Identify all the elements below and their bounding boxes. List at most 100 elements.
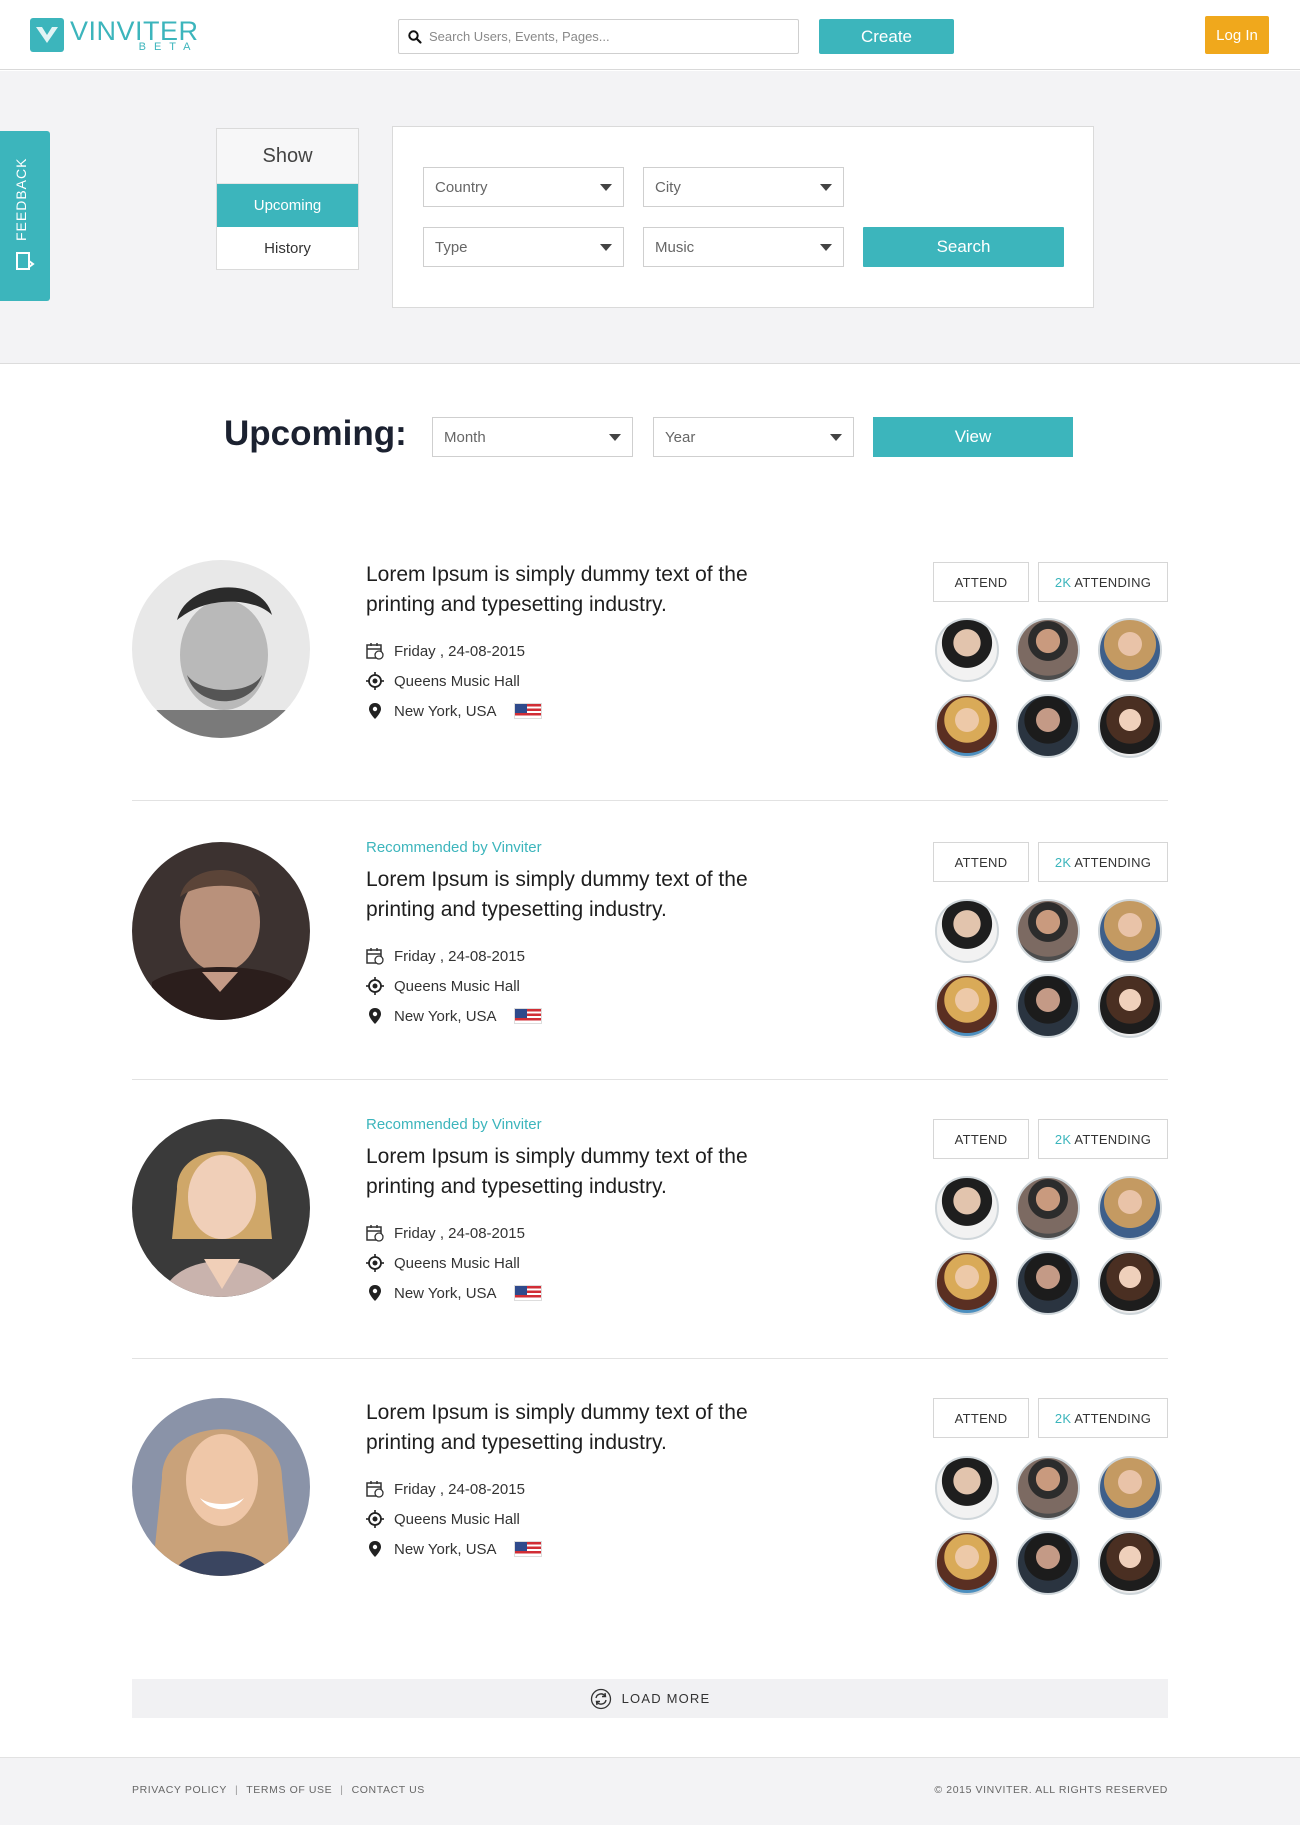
attendee-avatar[interactable] xyxy=(1098,694,1162,758)
event-image[interactable] xyxy=(132,842,310,1020)
event-venue[interactable]: Queens Music Hall xyxy=(394,673,520,690)
attend-button[interactable]: ATTEND xyxy=(933,1119,1029,1159)
attend-button[interactable]: ATTEND xyxy=(933,842,1029,882)
attendee-avatar[interactable] xyxy=(1098,1251,1162,1315)
event-location: New York, USA xyxy=(394,1007,497,1025)
event-date: Friday , 24-08-2015 xyxy=(394,1480,525,1498)
show-item-history[interactable]: History xyxy=(217,227,358,270)
event-meta: Friday , 24-08-2015 Queens Music Hall Ne… xyxy=(366,636,796,726)
attendee-avatar[interactable] xyxy=(935,1176,999,1240)
event-date: Friday , 24-08-2015 xyxy=(394,642,525,660)
create-button[interactable]: Create xyxy=(819,19,954,54)
attendee-avatar[interactable] xyxy=(1016,1531,1080,1595)
event-meta: Friday , 24-08-2015 Queens Music Hall Ne… xyxy=(366,1474,796,1564)
music-select[interactable]: Music xyxy=(643,227,844,267)
event-image[interactable] xyxy=(132,1119,310,1297)
attendee-avatar[interactable] xyxy=(1098,1176,1162,1240)
view-button[interactable]: View xyxy=(873,417,1073,457)
event-date-row: Friday , 24-08-2015 xyxy=(366,636,796,666)
event-card: Recommended by Vinviter Lorem Ipsum is s… xyxy=(132,839,1168,1062)
year-select-value: Year xyxy=(665,428,696,446)
event-location: New York, USA xyxy=(394,1540,497,1558)
us-flag-icon xyxy=(513,1541,542,1557)
logo-mark-icon xyxy=(30,18,64,52)
event-date: Friday , 24-08-2015 xyxy=(394,1224,525,1242)
month-select-value: Month xyxy=(444,428,486,446)
event-date-row: Friday , 24-08-2015 xyxy=(366,1474,796,1504)
map-pin-icon xyxy=(369,1008,381,1024)
footer-separator: | xyxy=(234,1784,239,1796)
attending-label: ATTENDING xyxy=(1074,574,1152,590)
attend-button[interactable]: ATTEND xyxy=(933,1398,1029,1438)
attendee-avatar[interactable] xyxy=(1098,618,1162,682)
attendee-avatar[interactable] xyxy=(935,974,999,1038)
feedback-tab[interactable]: FEEDBACK xyxy=(0,131,50,301)
page: VINVITER BETA Create Log In FEEDBACK Sho… xyxy=(0,0,1300,1825)
attendee-avatar[interactable] xyxy=(935,1456,999,1520)
calendar-icon xyxy=(366,1481,384,1498)
event-title[interactable]: Lorem Ipsum is simply dummy text of the … xyxy=(366,1142,796,1202)
attendee-avatar[interactable] xyxy=(1016,694,1080,758)
search-input[interactable] xyxy=(429,20,789,53)
attend-button[interactable]: ATTEND xyxy=(933,562,1029,602)
refresh-icon xyxy=(590,1688,611,1709)
attendee-avatar[interactable] xyxy=(1016,618,1080,682)
attendee-avatar[interactable] xyxy=(1016,899,1080,963)
event-title[interactable]: Lorem Ipsum is simply dummy text of the … xyxy=(366,1398,796,1458)
attendee-avatar[interactable] xyxy=(1098,1531,1162,1595)
caret-down-icon xyxy=(820,244,832,251)
event-divider xyxy=(132,1079,1168,1080)
event-image[interactable] xyxy=(132,560,310,738)
show-item-upcoming[interactable]: Upcoming xyxy=(217,184,358,227)
attendee-avatar[interactable] xyxy=(935,899,999,963)
type-select-value: Type xyxy=(435,238,468,256)
attending-count: 2K xyxy=(1054,574,1072,590)
event-title[interactable]: Lorem Ipsum is simply dummy text of the … xyxy=(366,560,796,620)
footer-link-contact[interactable]: CONTACT US xyxy=(352,1784,425,1796)
attending-label: ATTENDING xyxy=(1074,1131,1152,1147)
attendee-avatar[interactable] xyxy=(935,694,999,758)
attending-count: 2K xyxy=(1054,854,1072,870)
calendar-icon xyxy=(366,1225,384,1242)
attendee-avatar[interactable] xyxy=(1016,1176,1080,1240)
vinviter-logo[interactable]: VINVITER BETA xyxy=(30,17,199,52)
country-select[interactable]: Country xyxy=(423,167,624,207)
event-location-row: New York, USA xyxy=(366,1534,796,1564)
event-date: Friday , 24-08-2015 xyxy=(394,947,525,965)
year-select[interactable]: Year xyxy=(653,417,854,457)
map-pin-icon xyxy=(369,1541,381,1557)
event-venue-row: Queens Music Hall xyxy=(366,1504,796,1534)
footer-link-terms[interactable]: TERMS OF USE xyxy=(246,1784,332,1796)
attendee-avatar[interactable] xyxy=(1098,899,1162,963)
event-title[interactable]: Lorem Ipsum is simply dummy text of the … xyxy=(366,865,796,925)
city-select[interactable]: City xyxy=(643,167,844,207)
event-image[interactable] xyxy=(132,1398,310,1576)
month-select[interactable]: Month xyxy=(432,417,633,457)
event-venue[interactable]: Queens Music Hall xyxy=(394,1255,520,1272)
type-select[interactable]: Type xyxy=(423,227,624,267)
event-venue[interactable]: Queens Music Hall xyxy=(394,1511,520,1528)
load-more-button[interactable]: LOAD MORE xyxy=(132,1679,1168,1718)
target-icon xyxy=(366,1510,384,1528)
show-title: Show xyxy=(217,129,358,184)
login-button[interactable]: Log In xyxy=(1205,16,1269,54)
attendee-avatar[interactable] xyxy=(1016,974,1080,1038)
attendee-avatar[interactable] xyxy=(1016,1251,1080,1315)
event-date-row: Friday , 24-08-2015 xyxy=(366,1218,796,1248)
search-button[interactable]: Search xyxy=(863,227,1064,267)
calendar-icon xyxy=(366,643,384,660)
attending-button[interactable]: 2K ATTENDING xyxy=(1038,1119,1168,1159)
attendee-avatar[interactable] xyxy=(935,1531,999,1595)
attending-button[interactable]: 2K ATTENDING xyxy=(1038,842,1168,882)
attendee-avatar[interactable] xyxy=(935,1251,999,1315)
feedback-icon xyxy=(16,252,35,270)
attending-button[interactable]: 2K ATTENDING xyxy=(1038,1398,1168,1438)
event-card: Recommended by Vinviter Lorem Ipsum is s… xyxy=(132,1116,1168,1339)
attendee-avatar[interactable] xyxy=(1016,1456,1080,1520)
attendee-avatar[interactable] xyxy=(935,618,999,682)
attendee-avatar[interactable] xyxy=(1098,974,1162,1038)
footer-link-privacy[interactable]: PRIVACY POLICY xyxy=(132,1784,227,1796)
attendee-avatar[interactable] xyxy=(1098,1456,1162,1520)
attending-button[interactable]: 2K ATTENDING xyxy=(1038,562,1168,602)
event-venue[interactable]: Queens Music Hall xyxy=(394,978,520,995)
